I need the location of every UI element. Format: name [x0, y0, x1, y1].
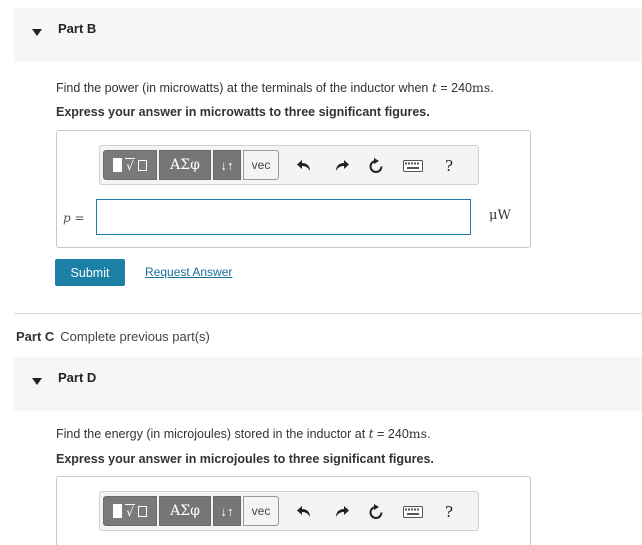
part-b-instruction: Express your answer in microwatts to thr… [56, 105, 430, 119]
part-c-title: Part C [16, 329, 55, 344]
part-c-status: Complete previous part(s) [60, 329, 210, 344]
answer-input[interactable] [96, 199, 471, 235]
template-box-icon [137, 159, 147, 171]
part-d-question: Find the energy (in microjoules) stored … [56, 426, 431, 441]
part-d-instruction: Express your answer in microjoules to th… [56, 452, 434, 466]
part-d-answer-box: √ ΑΣφ ↓↑ vec ? [56, 476, 531, 545]
vec-button[interactable]: vec [243, 150, 279, 180]
template-box-icon [137, 505, 147, 517]
arrows-button[interactable]: ↓↑ [213, 150, 241, 180]
submit-button[interactable]: Submit [55, 259, 125, 286]
template-group: √ ΑΣφ ↓↑ vec [103, 150, 281, 180]
math-toolbar: √ ΑΣφ ↓↑ vec ? [99, 145, 479, 185]
keyboard-icon[interactable] [402, 501, 424, 523]
reset-icon[interactable] [365, 155, 387, 177]
arrows-button[interactable]: ↓↑ [213, 496, 241, 526]
part-b-header[interactable]: Part B [14, 8, 642, 62]
part-d-header[interactable]: Part D [14, 357, 642, 411]
template-square-icon [113, 158, 123, 172]
undo-icon[interactable] [294, 501, 316, 523]
redo-icon[interactable] [330, 155, 352, 177]
templates-button[interactable]: √ [103, 150, 157, 180]
redo-icon[interactable] [330, 501, 352, 523]
vec-button[interactable]: vec [243, 496, 279, 526]
collapse-caret-icon[interactable] [32, 29, 42, 36]
radical-icon: √ [125, 503, 135, 519]
section-divider [14, 313, 642, 314]
template-square-icon [113, 504, 123, 518]
template-group: √ ΑΣφ ↓↑ vec [103, 496, 281, 526]
math-toolbar: √ ΑΣφ ↓↑ vec ? [99, 491, 479, 531]
help-icon[interactable]: ? [438, 501, 460, 523]
part-d-title: Part D [58, 370, 97, 385]
part-b-title: Part B [58, 21, 97, 36]
units-label: μW [489, 208, 511, 223]
part-b-answer-box: √ ΑΣφ ↓↑ vec ? p = μW [56, 130, 531, 248]
templates-button[interactable]: √ [103, 496, 157, 526]
greek-symbols-button[interactable]: ΑΣφ [159, 150, 211, 180]
request-answer-link[interactable]: Request Answer [145, 265, 232, 279]
radical-icon: √ [125, 157, 135, 173]
help-icon[interactable]: ? [438, 155, 460, 177]
part-b-question: Find the power (in microwatts) at the te… [56, 80, 494, 95]
undo-icon[interactable] [294, 155, 316, 177]
answer-variable-label: p = [63, 211, 85, 225]
part-c-row: Part C Complete previous part(s) [16, 329, 210, 344]
collapse-caret-icon[interactable] [32, 378, 42, 385]
greek-symbols-button[interactable]: ΑΣφ [159, 496, 211, 526]
reset-icon[interactable] [365, 501, 387, 523]
keyboard-icon[interactable] [402, 155, 424, 177]
